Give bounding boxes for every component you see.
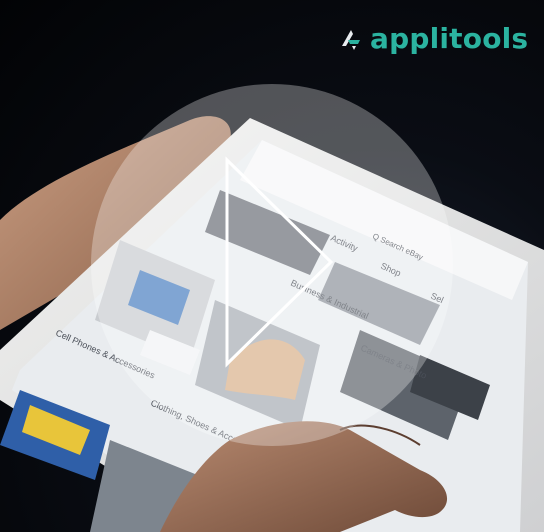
applitools-logo-icon bbox=[342, 29, 360, 50]
brand-name: applitools bbox=[370, 22, 529, 55]
brand-logo[interactable]: applitools bbox=[338, 22, 528, 55]
play-button[interactable] bbox=[91, 84, 453, 446]
play-icon bbox=[225, 156, 334, 368]
video-thumbnail[interactable]: Business & Industrial Cell Phones & Acce… bbox=[0, 0, 544, 532]
